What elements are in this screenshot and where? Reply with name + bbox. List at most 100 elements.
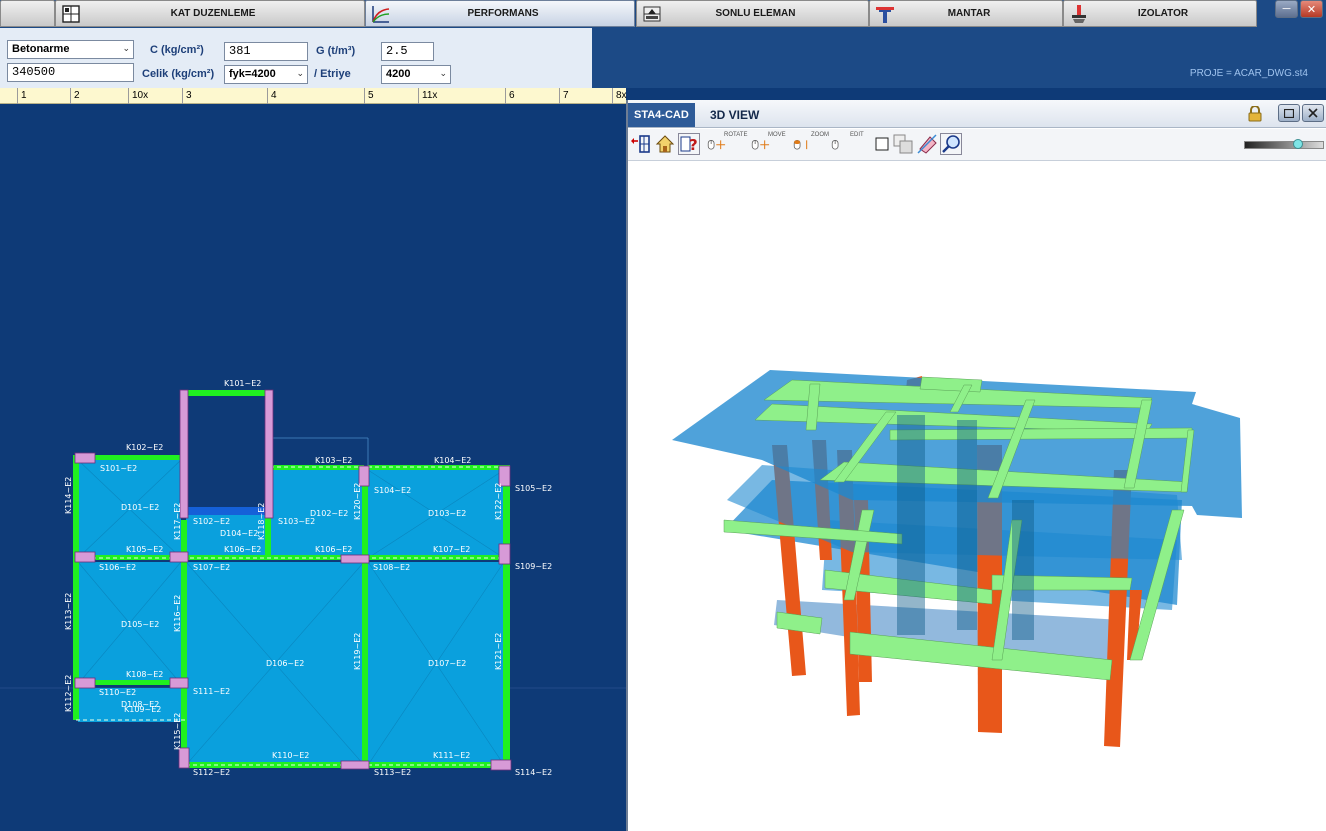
beam-label[interactable]: K117~E2 (173, 503, 182, 540)
copy-window-icon[interactable] (892, 133, 914, 155)
material-select[interactable]: Betonarme ⌄ (7, 40, 134, 59)
minimize-button[interactable]: ─ (1275, 0, 1298, 18)
beam-label[interactable]: K120~E2 (353, 483, 362, 520)
beam-label[interactable]: K114~E2 (64, 477, 73, 514)
beam-label[interactable]: K118~E2 (257, 503, 266, 540)
slab-label[interactable]: D102~E2 (310, 509, 348, 518)
ruler-tick[interactable]: 6 (505, 88, 515, 104)
magnify-icon[interactable] (940, 133, 962, 155)
column-label[interactable]: S102~E2 (193, 517, 230, 526)
home-icon[interactable] (654, 133, 676, 155)
column-label[interactable]: S106~E2 (99, 563, 136, 572)
beam-label[interactable]: K113~E2 (64, 593, 73, 630)
column-label[interactable]: S114~E2 (515, 768, 552, 777)
beam-label[interactable]: K110~E2 (272, 751, 309, 760)
steel-grade-select[interactable]: fyk=4200 ⌄ (224, 65, 308, 84)
unit-weight-input[interactable]: 2.5 (381, 42, 434, 61)
column-label[interactable]: S107~E2 (193, 563, 230, 572)
tab-sonlu-eleman[interactable]: SONLU ELEMAN (636, 0, 869, 27)
column[interactable] (179, 389, 189, 519)
beam[interactable] (186, 390, 270, 396)
back-arrow-icon[interactable] (630, 133, 652, 155)
beam-label[interactable]: K108~E2 (126, 670, 163, 679)
column[interactable] (74, 677, 96, 689)
column[interactable] (169, 551, 189, 563)
zoom-mouse-icon[interactable] (792, 133, 814, 155)
column[interactable] (178, 747, 190, 769)
slab-label[interactable]: D105~E2 (121, 620, 159, 629)
column[interactable] (264, 389, 274, 519)
column-label[interactable]: S108~E2 (373, 563, 410, 572)
beam-label[interactable]: K106~E2 (315, 545, 352, 554)
slab-label[interactable]: D108~E2 (121, 700, 159, 709)
beam-label[interactable]: K101~E2 (224, 379, 261, 388)
column-label[interactable]: S103~E2 (278, 517, 315, 526)
column-label[interactable]: S112~E2 (193, 768, 230, 777)
beam-label[interactable]: K106~E2 (224, 545, 261, 554)
code-input[interactable]: 340500 (7, 63, 134, 82)
slab-label[interactable]: D101~E2 (121, 503, 159, 512)
ruler-tick[interactable]: 1 (17, 88, 27, 104)
column[interactable] (74, 452, 96, 464)
ruler-tick[interactable]: 11x (418, 88, 437, 104)
beam[interactable] (362, 470, 368, 768)
floor-plan-canvas[interactable]: K101~E2 K102~E2 K103~E2 K104~E2 K105~E2 … (0, 104, 626, 831)
tab-izolator[interactable]: IZOLATOR (1063, 0, 1257, 27)
beam-label[interactable]: K103~E2 (315, 456, 352, 465)
beam-label[interactable]: K121~E2 (494, 633, 503, 670)
beam-label[interactable]: K105~E2 (126, 545, 163, 554)
ruler-tick[interactable]: 3 (182, 88, 192, 104)
column[interactable] (498, 543, 511, 565)
eraser-icon[interactable] (916, 133, 938, 155)
ruler-tick[interactable]: 2 (70, 88, 80, 104)
column[interactable] (169, 677, 189, 689)
column[interactable] (340, 554, 370, 564)
close-button[interactable]: ✕ (1300, 0, 1323, 18)
ruler-tick[interactable]: 7 (559, 88, 569, 104)
beam-label[interactable]: K104~E2 (434, 456, 471, 465)
slab-label[interactable]: D106~E2 (266, 659, 304, 668)
tab-blank[interactable] (0, 0, 55, 27)
beam-label[interactable]: K107~E2 (433, 545, 470, 554)
column-label[interactable]: S104~E2 (374, 486, 411, 495)
column-label[interactable]: S109~E2 (515, 562, 552, 571)
help-icon[interactable]: ? (678, 133, 700, 155)
ruler-tick[interactable]: 4 (267, 88, 277, 104)
beam-label[interactable]: K115~E2 (173, 713, 182, 750)
column-label[interactable]: S111~E2 (193, 687, 230, 696)
column-label[interactable]: S105~E2 (515, 484, 552, 493)
beam-label[interactable]: K112~E2 (64, 675, 73, 712)
slider-knob[interactable] (1293, 139, 1303, 149)
tab-performans[interactable]: PERFORMANS (365, 0, 635, 27)
beam-label[interactable]: K102~E2 (126, 443, 163, 452)
checkbox-icon[interactable] (871, 133, 893, 155)
beam-label[interactable]: K122~E2 (494, 483, 503, 520)
ruler-tick[interactable]: 10x (128, 88, 148, 104)
column[interactable] (74, 551, 96, 563)
beam-label[interactable]: K116~E2 (173, 595, 182, 632)
beam-label[interactable]: K119~E2 (353, 633, 362, 670)
column-label[interactable]: S113~E2 (374, 768, 411, 777)
tab-mantar[interactable]: MANTAR (869, 0, 1063, 27)
3d-model-canvas[interactable] (628, 162, 1326, 831)
stirrup-grade-select[interactable]: 4200 ⌄ (381, 65, 451, 84)
beam[interactable] (503, 465, 510, 768)
close-3d-button[interactable] (1302, 104, 1324, 122)
slab-label[interactable]: D103~E2 (428, 509, 466, 518)
beam-label[interactable]: K111~E2 (433, 751, 470, 760)
column-label[interactable]: S110~E2 (99, 688, 136, 697)
maximize-button[interactable] (1278, 104, 1300, 122)
slab-label[interactable]: D104~E2 (220, 529, 258, 538)
rotate-mouse-icon[interactable] (706, 133, 728, 155)
transparency-slider[interactable] (1244, 139, 1324, 149)
column-label[interactable]: S101~E2 (100, 464, 137, 473)
move-mouse-icon[interactable] (750, 133, 772, 155)
ruler-tick[interactable]: 5 (364, 88, 374, 104)
column[interactable] (340, 760, 370, 770)
column[interactable] (490, 759, 512, 771)
concrete-strength-input[interactable]: 381 (224, 42, 308, 61)
slab-label[interactable]: D107~E2 (428, 659, 466, 668)
edit-mouse-icon[interactable] (830, 133, 852, 155)
ruler-tick[interactable]: 8x (612, 88, 627, 104)
lock-icon[interactable] (1248, 105, 1262, 127)
